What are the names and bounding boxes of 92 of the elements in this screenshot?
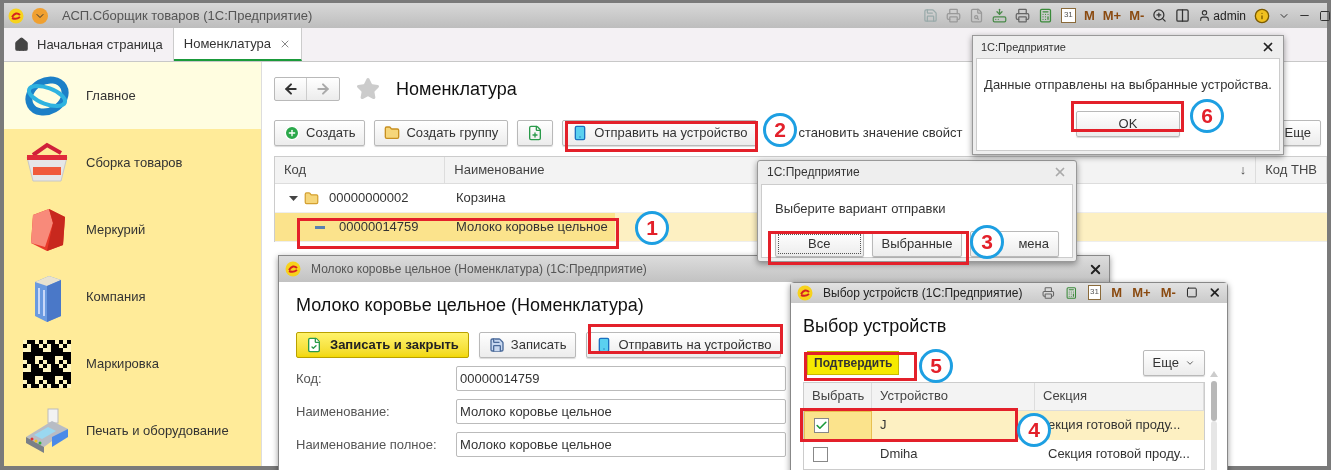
memory-button[interactable]: M	[1111, 283, 1123, 303]
dialog-message: Данные отправлены на выбранные устройства.	[984, 76, 1272, 94]
download-icon[interactable]	[991, 8, 1007, 23]
memory-button[interactable]: M+	[1102, 5, 1122, 26]
calendar-button[interactable]: 31	[1087, 285, 1102, 301]
column-header[interactable]: Выбрать	[804, 382, 872, 410]
input-field[interactable]: Молоко коровье цельное	[456, 399, 786, 424]
app-logo-icon	[8, 7, 24, 24]
sidebar-item[interactable]: Печать и оборудование	[4, 397, 261, 464]
toolbar-button[interactable]: Создать	[274, 120, 366, 146]
user-name[interactable]: admin	[1213, 6, 1246, 25]
print-icon[interactable]	[945, 8, 961, 23]
toolbar-button[interactable]: Создать группу	[374, 120, 509, 146]
tab[interactable]: Номенклатура	[173, 28, 303, 61]
item-dash-icon	[315, 225, 325, 229]
section-name: екция готовой проду...	[1048, 416, 1181, 435]
code-text: 00000014759	[339, 218, 419, 237]
device-name: J	[880, 416, 887, 435]
menu-button[interactable]	[32, 7, 48, 24]
basket-icon	[23, 140, 71, 185]
dialog-message: Выберите вариант отправки	[775, 199, 947, 218]
sidebar-item[interactable]: Маркировка	[4, 330, 261, 397]
panel-icon[interactable]	[1175, 8, 1191, 23]
sort-arrow: ↓	[1239, 161, 1247, 180]
print-icon[interactable]	[1042, 285, 1056, 300]
home-icon	[14, 37, 29, 52]
logo-icon	[797, 284, 813, 301]
input-field[interactable]: Молоко коровье цельное	[456, 432, 786, 457]
table-cell: Молоко коровье цельное	[447, 213, 615, 241]
folder-plus-icon	[384, 125, 401, 141]
form-button[interactable]: Отправить на устройство	[586, 332, 782, 358]
memory-button[interactable]: M-	[1129, 5, 1145, 26]
memory-button[interactable]: M+	[1132, 283, 1151, 303]
field-label: Код:	[296, 369, 323, 388]
zoom-icon[interactable]	[1152, 8, 1168, 23]
sidebar-item[interactable]: Главное	[4, 62, 261, 129]
toolbar-button[interactable]: Отправить на устройство	[562, 120, 758, 146]
input-field[interactable]: 00000014759	[456, 366, 786, 391]
page-title: Номенклатура	[396, 77, 517, 101]
folder-icon	[304, 190, 319, 206]
section-name: Секция готовой проду...	[1048, 445, 1190, 464]
window-title: Выбор устройств (1С:Предприятие)	[823, 284, 1023, 302]
column-header[interactable]: Код ТНВ	[1256, 157, 1327, 183]
file-plus-icon	[527, 125, 544, 141]
calendar-button[interactable]: 31	[1060, 8, 1076, 23]
dialog-title: 1С:Предприятие	[767, 164, 860, 182]
window-title: АСП.Сборщик товаров (1С:Предприятие)	[62, 6, 313, 25]
checkbox[interactable]	[814, 417, 829, 433]
memory-button[interactable]: M	[1083, 5, 1095, 26]
expand-triangle-icon[interactable]	[289, 193, 298, 203]
preview-icon[interactable]	[968, 8, 984, 23]
ok-button[interactable]: OK	[1076, 110, 1180, 137]
memory-button[interactable]: M-	[1160, 283, 1176, 303]
datamatrix-icon	[23, 339, 71, 388]
logo-icon	[285, 261, 301, 277]
more-button[interactable]: Еще	[1142, 349, 1205, 376]
column-header[interactable]: Код	[275, 157, 446, 183]
save-icon	[488, 337, 505, 353]
plus-icon	[284, 125, 300, 141]
form-heading: Молоко коровье цельное (Номенклатура)	[296, 294, 644, 317]
form-heading: Выбор устройств	[803, 314, 947, 338]
arrow-left-icon	[282, 81, 299, 97]
star-icon[interactable]	[356, 77, 380, 101]
field-label: Наименование:	[296, 402, 391, 421]
sidebar-item[interactable]: Компания	[4, 263, 261, 330]
tab[interactable]: Начальная страница	[4, 28, 174, 61]
column-header[interactable]: Секция	[1035, 382, 1204, 410]
field-label: Наименование полное:	[296, 435, 438, 454]
maximize-icon[interactable]	[1185, 286, 1198, 300]
scrollbar[interactable]	[1209, 370, 1219, 470]
maximize-icon[interactable]	[1319, 9, 1331, 22]
checkbox[interactable]	[813, 446, 828, 462]
document-check-icon	[306, 337, 322, 353]
table-cell-text: Корзина	[455, 189, 507, 208]
close-icon[interactable]	[1261, 40, 1275, 54]
sidebar-item[interactable]: Сборка товаров	[4, 129, 261, 196]
dialog-title: 1С:Предприятие	[981, 39, 1066, 55]
user-icon	[1198, 9, 1212, 22]
arrow-right-icon	[315, 81, 331, 97]
window-title: Молоко коровье цельное (Номенклатура) (1С:Предприятие)	[311, 261, 647, 278]
globe-icon	[25, 73, 69, 118]
print-icon[interactable]	[1014, 8, 1030, 23]
sidebar-item[interactable]: Меркурий	[4, 196, 261, 263]
calculator-icon[interactable]	[1065, 285, 1078, 300]
code-text: 00000000002	[329, 189, 409, 208]
info-icon[interactable]	[1254, 7, 1270, 24]
add-copy-button[interactable]	[517, 120, 554, 146]
form-button[interactable]: Записать	[478, 332, 577, 358]
device-name: Dmiha	[880, 445, 918, 464]
toolbar-button[interactable]: становить значение свойст	[798, 120, 963, 146]
calculator-icon[interactable]	[1037, 8, 1053, 23]
save-and-close-button[interactable]: Записать и закрыть	[296, 332, 469, 358]
